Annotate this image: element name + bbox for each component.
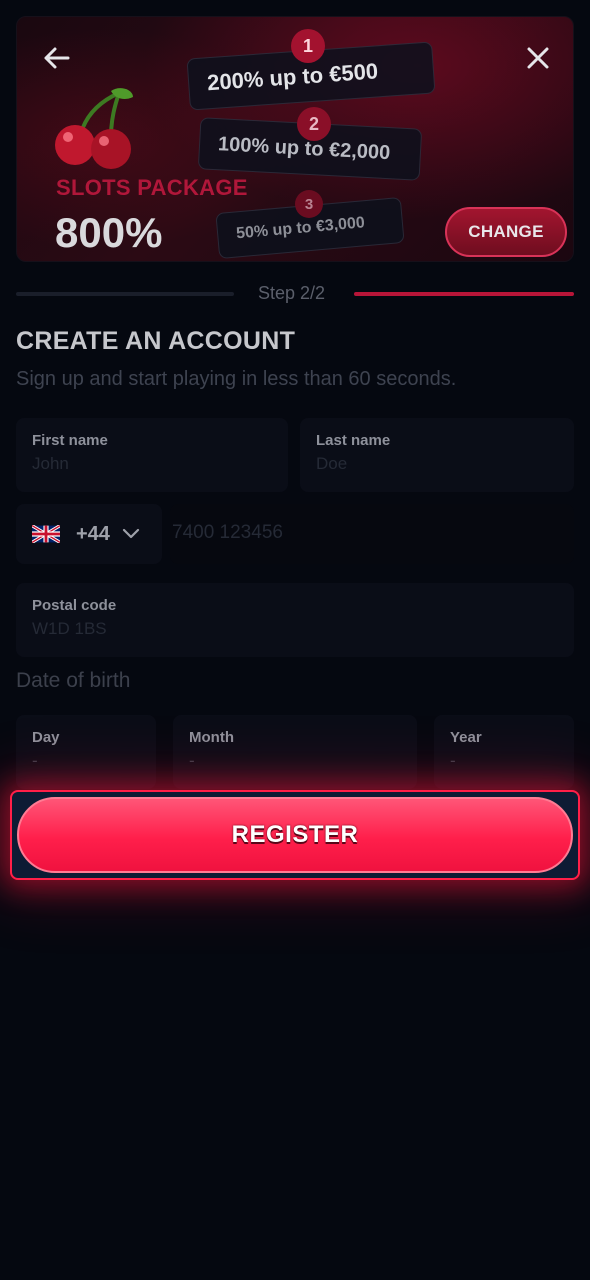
year-value: - <box>450 751 456 770</box>
dial-code: +44 <box>76 522 110 545</box>
back-button[interactable] <box>39 41 73 75</box>
postal-code-label: Postal code <box>32 597 117 614</box>
day-label: Day <box>32 729 60 746</box>
postal-code-input[interactable] <box>32 619 558 639</box>
last-name-label: Last name <box>316 432 391 449</box>
day-value: - <box>32 751 38 770</box>
cherry-icon <box>55 88 133 169</box>
year-label: Year <box>450 729 482 746</box>
tier-number-badge: 1 <box>291 29 325 63</box>
birth-year-select[interactable]: Year - <box>434 715 574 789</box>
page-title: CREATE AN ACCOUNT <box>16 327 296 355</box>
package-percent: 800% <box>55 209 163 256</box>
last-name-field[interactable]: Last name <box>300 418 574 492</box>
uk-flag-icon <box>32 525 60 543</box>
register-button-container: REGISTER <box>10 790 580 880</box>
birth-month-select[interactable]: Month - <box>173 715 417 789</box>
first-name-label: First name <box>32 432 108 449</box>
month-value: - <box>189 751 195 770</box>
package-label: SLOTS PACKAGE <box>56 175 248 200</box>
date-of-birth-label: Date of birth <box>16 669 131 692</box>
arrow-left-icon <box>44 47 70 69</box>
step-indicator: Step 2/2 <box>258 283 326 303</box>
last-name-input[interactable] <box>316 454 558 474</box>
register-button[interactable]: REGISTER <box>17 797 573 873</box>
bonus-package-card: SLOTS PACKAGE 800% 200% up to €500 100% … <box>16 16 574 262</box>
close-icon <box>527 47 549 69</box>
first-name-field[interactable]: First name <box>16 418 288 492</box>
step-progress-fill <box>354 292 574 296</box>
chevron-down-icon <box>122 528 140 539</box>
birth-day-select[interactable]: Day - <box>16 715 156 789</box>
change-package-button[interactable]: CHANGE <box>445 207 567 257</box>
close-button[interactable] <box>521 41 555 75</box>
tier-number-badge: 3 <box>295 190 323 218</box>
country-code-select[interactable]: +44 <box>16 504 162 564</box>
phone-field[interactable] <box>170 504 574 564</box>
step-progress: Step 2/2 <box>16 282 574 306</box>
step-progress-track <box>16 292 234 296</box>
phone-input[interactable] <box>172 522 572 544</box>
postal-code-field[interactable]: Postal code <box>16 583 574 657</box>
first-name-input[interactable] <box>32 454 272 474</box>
page-subtitle: Sign up and start playing in less than 6… <box>16 368 457 390</box>
tier-number-badge: 2 <box>297 107 331 141</box>
month-label: Month <box>189 729 234 746</box>
